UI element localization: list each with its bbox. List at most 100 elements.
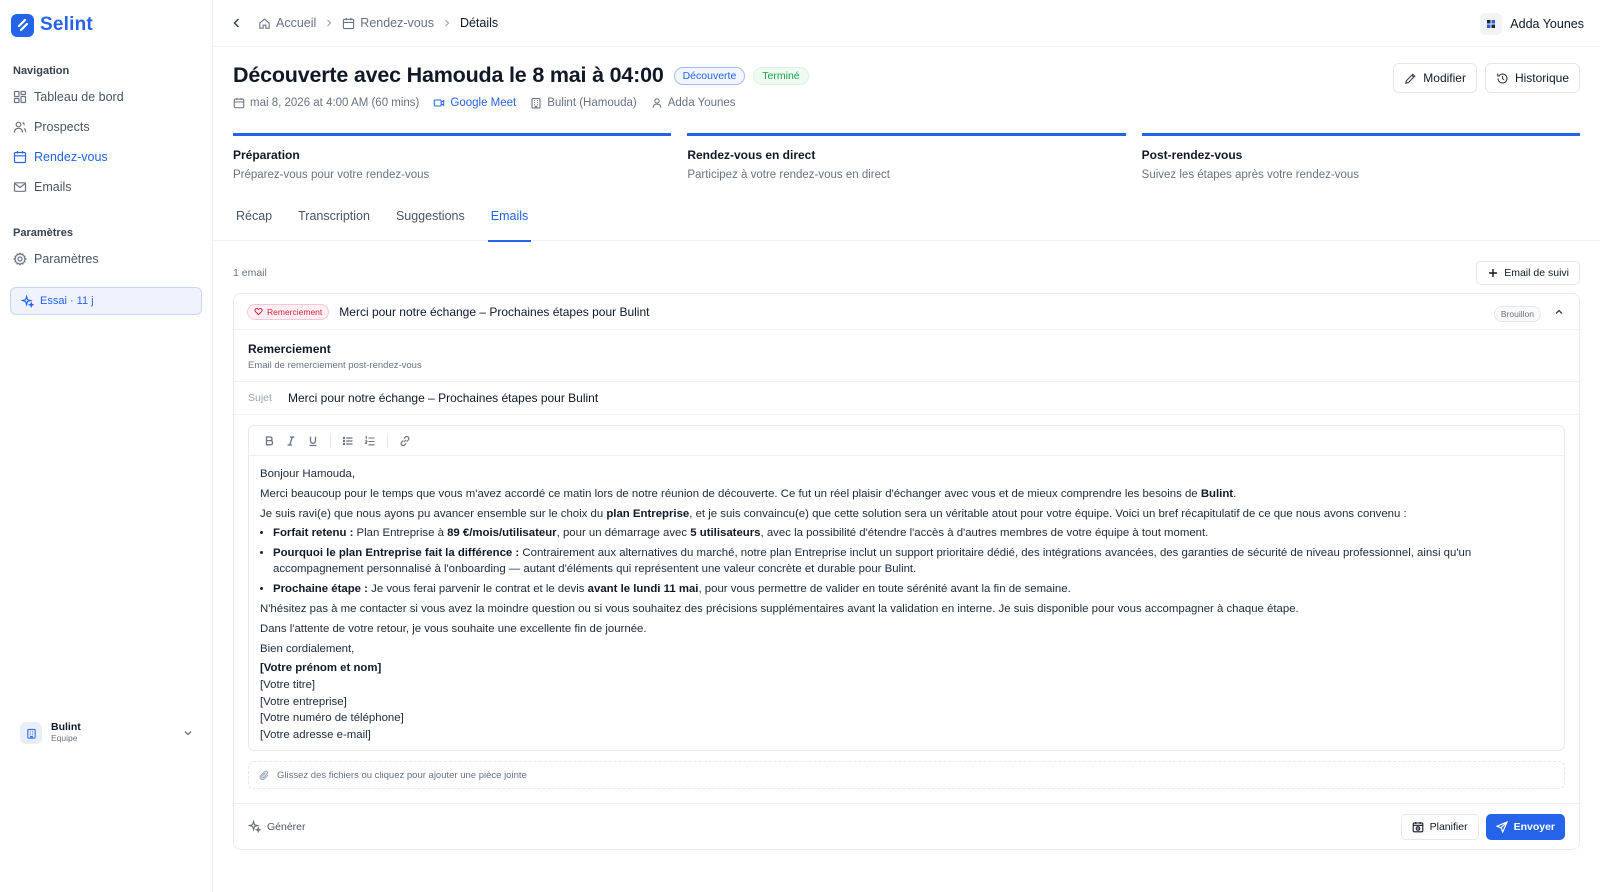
bold-span: avant le lundi 11 mai xyxy=(587,583,699,596)
email-body[interactable]: Bonjour Hamouda, Merci beaucoup pour le … xyxy=(249,456,1564,743)
signature-email: [Votre adresse e-mail] xyxy=(260,728,371,741)
tab-transcription[interactable]: Transcription xyxy=(295,209,373,241)
text-span: Je suis ravi(e) que nous ayons pu avance… xyxy=(260,507,607,520)
email-bullet-list: Forfait retenu : Plan Entreprise à 89 €/… xyxy=(260,525,1553,597)
bullet-list-button[interactable] xyxy=(337,430,359,452)
tab-suggestions[interactable]: Suggestions xyxy=(393,209,468,241)
add-followup-email-button[interactable]: Email de suivi xyxy=(1476,261,1580,285)
history-button-label: Historique xyxy=(1514,71,1569,85)
workspace-text: Bulint Equipe xyxy=(51,722,81,744)
step-live[interactable]: Rendez-vous en direct Participez à votre… xyxy=(687,133,1126,181)
sidebar-item-emails[interactable]: Emails xyxy=(0,172,212,202)
numbered-list-button[interactable] xyxy=(359,430,381,452)
footer-actions: Planifier Envoyer xyxy=(1400,813,1565,840)
meeting-owner: Adda Younes xyxy=(651,97,736,109)
send-icon xyxy=(1495,820,1508,833)
user-icon xyxy=(652,98,662,108)
breadcrumb-rendez-vous[interactable]: Rendez-vous xyxy=(360,16,434,30)
workspace-sub: Equipe xyxy=(51,733,78,743)
send-button[interactable]: Envoyer xyxy=(1485,813,1565,840)
bold-span: Bulint xyxy=(1200,487,1234,500)
step-title: Préparation xyxy=(233,148,300,162)
meeting-platform-link[interactable]: Google Meet xyxy=(433,97,516,109)
italic-button[interactable] xyxy=(280,430,302,452)
link-button[interactable] xyxy=(394,430,416,452)
step-desc: Suivez les étapes après votre rendez-vou… xyxy=(1141,169,1359,181)
history-icon xyxy=(1497,72,1508,83)
step-desc: Participez à votre rendez-vous en direct xyxy=(687,169,890,181)
sidebar-item-prospects[interactable]: Prospects xyxy=(0,112,212,142)
subject-input[interactable] xyxy=(288,391,1579,405)
bold-button[interactable] xyxy=(258,430,280,452)
bold-span: Prochaine étape : xyxy=(273,583,368,596)
step-desc: Préparez-vous pour votre rendez-vous xyxy=(233,169,430,181)
step-preparation[interactable]: Préparation Préparez-vous pour votre ren… xyxy=(233,133,672,181)
bold-span: [Votre prénom et nom] xyxy=(260,662,382,675)
text-span: Plan Entreprise à xyxy=(353,527,448,540)
brand-logo[interactable]: Selint xyxy=(0,0,212,50)
sidebar-item-label: Prospects xyxy=(34,120,90,134)
subject-row: Sujet xyxy=(234,382,1579,415)
generate-button[interactable]: Générer xyxy=(248,820,306,833)
email-paragraph: Je suis ravi(e) que nous ayons pu avance… xyxy=(260,506,1553,522)
sparkles-icon xyxy=(21,294,34,308)
brand-name: Selint xyxy=(40,14,93,35)
underline-icon xyxy=(309,436,317,446)
list-item: Prochaine étape : Je vous ferai parvenir… xyxy=(273,581,1553,597)
home-icon xyxy=(259,17,270,29)
text-span: . xyxy=(1233,487,1237,500)
app-root: Selint Navigation Tableau de bord Prospe… xyxy=(0,0,1600,892)
sidebar-item-settings[interactable]: Paramètres xyxy=(0,244,212,274)
numbered-list-icon xyxy=(364,435,375,445)
trial-badge[interactable]: Essai · 11 j xyxy=(10,287,202,315)
video-icon xyxy=(434,99,445,107)
meeting-date-text: mai 8, 2026 at 4:00 AM (60 mins) xyxy=(250,97,420,109)
chevron-right-icon xyxy=(327,19,332,27)
meeting-steps: Préparation Préparez-vous pour votre ren… xyxy=(213,133,1600,181)
attachment-dropzone[interactable]: Glissez des fichiers ou cliquez pour ajo… xyxy=(248,761,1565,789)
breadcrumb-home[interactable]: Accueil xyxy=(276,16,316,30)
step-post[interactable]: Post-rendez-vous Suivez les étapes après… xyxy=(1141,133,1580,181)
heart-icon xyxy=(254,307,263,316)
sidebar-item-dashboard[interactable]: Tableau de bord xyxy=(0,82,212,112)
meeting-meta: mai 8, 2026 at 4:00 AM (60 mins) Google … xyxy=(233,97,1580,109)
meeting-date: mai 8, 2026 at 4:00 AM (60 mins) xyxy=(233,97,419,109)
email-card-header[interactable]: Remerciement Merci pour notre échange – … xyxy=(234,294,1579,330)
email-category-tag: Remerciement xyxy=(247,303,330,320)
text-span: , avec la possibilité d'étendre l'accès … xyxy=(760,527,1209,540)
building-icon xyxy=(531,97,541,109)
list-item: Pourquoi le plan Entreprise fait la diff… xyxy=(273,545,1553,577)
email-status-badge: Brouillon xyxy=(1493,306,1541,322)
title-row: Découverte avec Hamouda le 8 mai à 04:00… xyxy=(233,63,1580,88)
history-button[interactable]: Historique xyxy=(1484,63,1580,93)
email-paragraph: Merci beaucoup pour le temps que vous m'… xyxy=(260,486,1553,502)
tabs: Récap Transcription Suggestions Emails xyxy=(213,209,1600,242)
tab-emails[interactable]: Emails xyxy=(487,209,532,242)
sidebar-item-label: Emails xyxy=(34,180,72,194)
chevron-up-icon[interactable] xyxy=(1553,306,1565,318)
edit-button-label: Modifier xyxy=(1423,71,1466,85)
workspace-switcher[interactable]: Bulint Equipe xyxy=(10,718,202,748)
email-card-subject: Merci pour notre échange – Prochaines ét… xyxy=(339,304,650,319)
bold-span: 89 €/mois/utilisateur xyxy=(447,527,557,540)
back-arrow-icon[interactable] xyxy=(230,16,244,30)
list-item: Forfait retenu : Plan Entreprise à 89 €/… xyxy=(273,525,1553,541)
workspace-name: Bulint xyxy=(51,721,81,733)
emails-bar: 1 email Email de suivi xyxy=(233,261,1580,285)
schedule-button[interactable]: Planifier xyxy=(1400,813,1479,840)
edit-button[interactable]: Modifier xyxy=(1393,63,1477,93)
topbar: Accueil Rendez-vous Détails Adda Younes xyxy=(213,0,1600,47)
step-title: Post-rendez-vous xyxy=(1141,148,1243,162)
email-template-title: Remerciement xyxy=(248,342,331,356)
toolbar-divider xyxy=(330,433,331,448)
logo-icon xyxy=(11,13,34,37)
tab-recap[interactable]: Récap xyxy=(233,209,275,241)
calendar-icon xyxy=(13,151,27,164)
nav-section-label: Navigation xyxy=(13,65,70,77)
sidebar-item-rendez-vous[interactable]: Rendez-vous xyxy=(0,142,212,172)
text-span: , pour un démarrage avec xyxy=(556,527,691,540)
bold-span: plan Entreprise xyxy=(606,507,690,520)
user-menu[interactable]: Adda Younes xyxy=(1480,12,1584,36)
email-signature: [Votre prénom et nom] [Votre titre] [Vot… xyxy=(260,660,1553,743)
underline-button[interactable] xyxy=(302,430,324,452)
